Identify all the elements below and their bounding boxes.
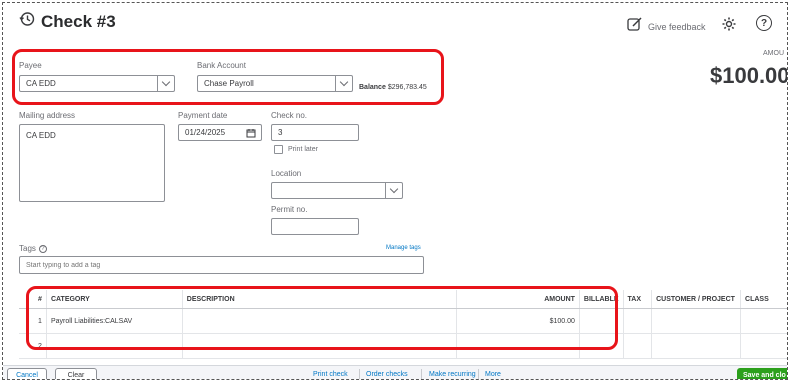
amount-total: $100.00	[710, 63, 788, 88]
calendar-icon[interactable]	[246, 128, 256, 140]
footer-divider	[421, 369, 422, 379]
payment-date-label: Payment date	[178, 111, 228, 120]
row-tax[interactable]	[623, 308, 653, 334]
order-checks-link[interactable]: Order checks	[366, 371, 408, 378]
col-header-tax: TAX	[623, 290, 653, 309]
row-customer-project[interactable]	[651, 333, 742, 359]
row-class[interactable]	[740, 333, 787, 359]
check-no-input[interactable]: 3	[271, 124, 359, 141]
print-check-link[interactable]: Print check	[313, 371, 348, 378]
amount-label: AMOU	[763, 50, 784, 57]
annotation-highlight-table	[26, 286, 618, 350]
clear-button[interactable]: Clear	[55, 368, 97, 379]
more-link[interactable]: More	[485, 371, 501, 378]
print-later-label: Print later	[288, 146, 318, 153]
tags-label: Tags	[19, 244, 36, 253]
check-no-label: Check no.	[271, 111, 308, 120]
mailing-address-textarea[interactable]: CA EDD	[19, 124, 165, 202]
page-title: Check #3	[19, 11, 116, 32]
footer-divider	[478, 369, 479, 379]
row-class[interactable]	[740, 308, 787, 334]
print-later-checkbox[interactable]: Print later	[274, 145, 318, 154]
location-label: Location	[271, 169, 302, 178]
tags-input[interactable]	[19, 256, 424, 274]
check-no-value: 3	[278, 128, 283, 137]
save-and-close-button[interactable]: Save and clo	[737, 368, 787, 379]
footer-divider	[359, 369, 360, 379]
location-select[interactable]	[271, 182, 403, 199]
info-icon[interactable]: ?	[38, 244, 47, 253]
give-feedback-label: Give feedback	[648, 21, 706, 32]
permit-no-input[interactable]	[271, 218, 359, 235]
help-icon[interactable]: ?	[756, 15, 772, 31]
check-form-window: Check #3 Give feedback ? AMOU $100.00 Pa…	[2, 2, 788, 380]
row-customer-project[interactable]	[651, 308, 742, 334]
col-header-customer-project: CUSTOMER / PROJECT	[651, 290, 742, 309]
mailing-address-label: Mailing address	[19, 111, 76, 120]
make-recurring-link[interactable]: Make recurring	[429, 371, 476, 378]
col-header-class: CLASS	[740, 290, 787, 309]
mailing-address-value: CA EDD	[26, 131, 56, 140]
cancel-button[interactable]: Cancel	[7, 368, 47, 379]
history-icon[interactable]	[19, 11, 35, 32]
permit-no-label: Permit no.	[271, 205, 308, 214]
checkbox-icon[interactable]	[274, 145, 283, 154]
payment-date-value: 01/24/2025	[185, 128, 226, 137]
tags-header: Tags ?	[19, 244, 47, 253]
row-tax[interactable]	[623, 333, 653, 359]
gear-icon[interactable]	[721, 16, 737, 37]
check-title: Check #3	[41, 11, 116, 31]
feedback-icon	[627, 17, 643, 36]
manage-tags-link[interactable]: Manage tags	[386, 245, 421, 251]
payment-date-input[interactable]: 01/24/2025	[178, 124, 262, 141]
give-feedback-link[interactable]: Give feedback	[627, 17, 706, 36]
footer-bar: Cancel Clear Print check Order checks Ma…	[3, 365, 787, 379]
annotation-highlight-payee-bank	[12, 49, 444, 105]
chevron-down-icon[interactable]	[385, 183, 402, 198]
